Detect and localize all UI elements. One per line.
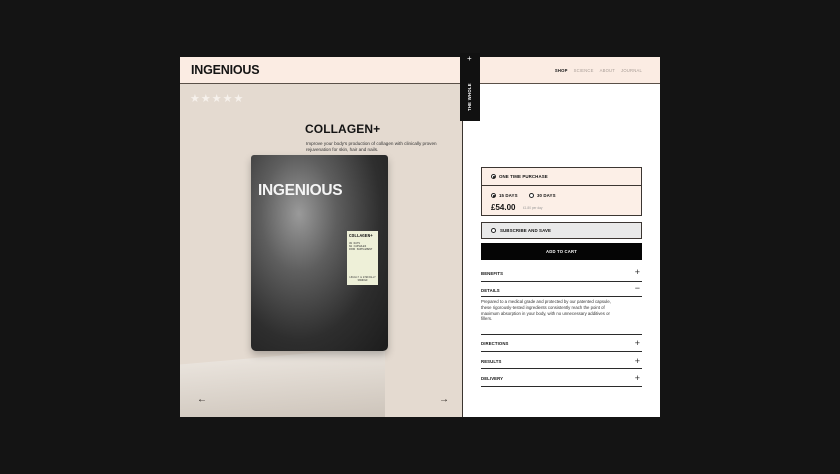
accordion-details[interactable]: DETAILS − xyxy=(481,284,642,297)
pouch-label: COLLAGEN+ 30 DAYS 60 CAPSULES FOOD SUPPL… xyxy=(347,231,378,285)
plus-icon[interactable]: + xyxy=(635,268,640,277)
details-content: Prepared to a medical grade and protecte… xyxy=(481,299,611,322)
product-title: COLLAGEN+ xyxy=(305,122,381,136)
one-time-purchase-option[interactable]: ONE TIME PURCHASE xyxy=(481,167,642,185)
next-image-arrow-icon[interactable]: → xyxy=(439,395,449,405)
plus-icon: + xyxy=(467,54,472,63)
minus-icon[interactable]: − xyxy=(635,284,640,293)
pouch-brand-text: INGENIOUS xyxy=(258,182,343,199)
rating-stars: ★ ★ ★ ★ ★ xyxy=(190,94,243,105)
15-days-label[interactable]: 15 DAYS xyxy=(499,193,518,198)
details-bottom-divider xyxy=(481,334,642,335)
pouch-label-footer: LOCALLY & ETHICALLY SOURCED xyxy=(349,276,376,282)
the-whole-story-tab[interactable]: + THE WHOLE STORY xyxy=(460,53,486,121)
star-icon: ★ xyxy=(233,93,244,105)
accordion-label: DIRECTIONS xyxy=(481,341,509,346)
price-per-day: £1.80 per day xyxy=(523,206,543,210)
star-icon: ★ xyxy=(200,93,211,105)
accordion-label: RESULTS xyxy=(481,359,502,364)
pouch-label-line: FOOD SUPPLEMENT xyxy=(349,248,373,252)
pouch-label-title: COLLAGEN+ xyxy=(349,234,373,239)
subscribe-and-save-option[interactable]: SUBSCRIBE AND SAVE xyxy=(481,222,642,239)
add-to-cart-button[interactable]: ADD TO CART xyxy=(481,243,642,260)
product-description: Improve your body's production of collag… xyxy=(306,141,437,153)
previous-image-arrow-icon[interactable]: ← xyxy=(197,395,207,405)
accordion-directions[interactable]: DIRECTIONS + xyxy=(481,336,642,352)
accordion-results[interactable]: RESULTS + xyxy=(481,353,642,369)
product-pouch-image: INGENIOUS COLLAGEN+ 30 DAYS 60 CAPSULES … xyxy=(251,155,388,351)
main-nav: SHOP SCIENCE ABOUT JOURNAL xyxy=(555,68,642,73)
accordion-benefits[interactable]: BENEFITS + xyxy=(481,267,642,282)
brand-logo[interactable]: INGENIOUS xyxy=(191,63,260,77)
star-icon: ★ xyxy=(222,93,233,105)
15-days-radio[interactable] xyxy=(491,193,496,198)
one-time-purchase-radio[interactable] xyxy=(491,174,496,179)
display-pedestal xyxy=(180,346,385,417)
the-whole-story-label: THE WHOLE STORY xyxy=(467,83,486,111)
star-icon: ★ xyxy=(211,93,222,105)
star-icon: ★ xyxy=(190,93,200,105)
nav-item-about[interactable]: ABOUT xyxy=(600,68,615,73)
duration-options: 15 DAYS 30 DAYS £54.00 £1.80 per day xyxy=(481,185,642,216)
subscribe-label: SUBSCRIBE AND SAVE xyxy=(500,228,552,233)
nav-item-shop[interactable]: SHOP xyxy=(555,68,568,73)
nav-item-journal[interactable]: JOURNAL xyxy=(621,68,642,73)
nav-item-science[interactable]: SCIENCE xyxy=(574,68,594,73)
accordion-label: DETAILS xyxy=(481,288,500,293)
product-price: £54.00 xyxy=(491,203,516,212)
accordion-delivery[interactable]: DELIVERY + xyxy=(481,370,642,387)
top-navigation-bar: INGENIOUS SHOP SCIENCE ABOUT JOURNAL xyxy=(180,57,660,84)
plus-icon[interactable]: + xyxy=(635,357,640,366)
plus-icon[interactable]: + xyxy=(635,374,640,383)
subscribe-radio[interactable] xyxy=(491,228,496,233)
accordion-label: BENEFITS xyxy=(481,271,504,276)
30-days-radio[interactable] xyxy=(529,193,534,198)
30-days-label[interactable]: 30 DAYS xyxy=(537,193,556,198)
accordion-label: DELIVERY xyxy=(481,376,504,381)
plus-icon[interactable]: + xyxy=(635,339,640,348)
one-time-purchase-label: ONE TIME PURCHASE xyxy=(499,174,548,179)
